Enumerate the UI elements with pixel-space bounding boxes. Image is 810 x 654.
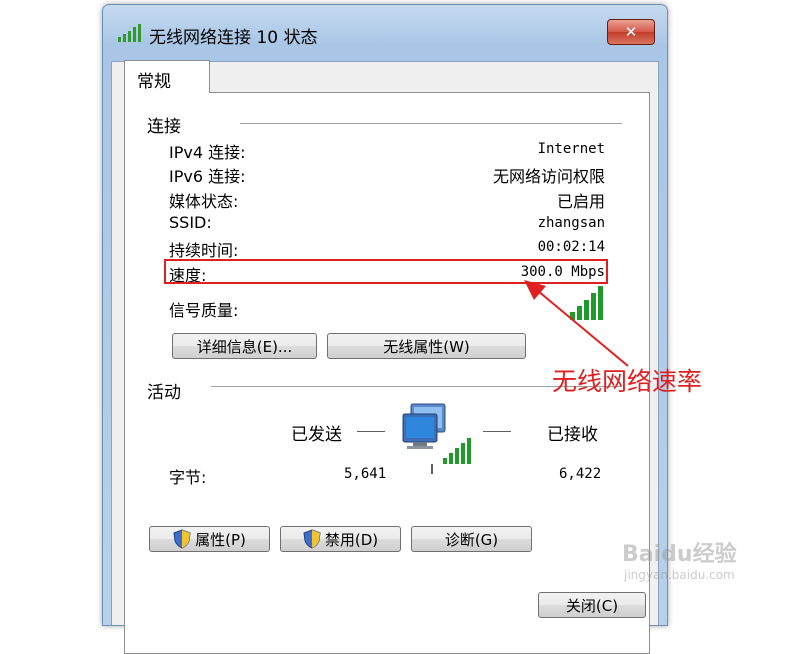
watermark-brand: Baidu经验 (622, 542, 737, 567)
duration-label: 持续时间: (169, 241, 239, 260)
properties-button[interactable]: 属性(P) (149, 526, 270, 552)
signal-quality-label: 信号质量: (169, 301, 239, 320)
disable-button-label: 禁用(D) (324, 530, 379, 549)
tab-general-label: 常规 (137, 72, 171, 92)
wireless-properties-button-label: 无线属性(W) (383, 337, 470, 356)
wireless-properties-button[interactable]: 无线属性(W) (327, 333, 526, 359)
received-line (483, 431, 511, 432)
sent-label: 已发送 (291, 425, 342, 445)
close-icon: ✕ (624, 23, 638, 41)
title-bar[interactable]: 无线网络连接 10 状态 ✕ (103, 5, 667, 55)
disable-button[interactable]: 禁用(D) (280, 526, 401, 552)
properties-button-label: 属性(P) (195, 530, 246, 549)
tab-general[interactable]: 常规 (124, 60, 210, 93)
uac-shield-icon (173, 529, 191, 549)
bytes-received-value: 6,422 (559, 466, 602, 482)
close-button-label: 关闭(C) (565, 596, 619, 615)
bytes-label: 字节: (169, 468, 207, 487)
activity-section-title: 活动 (147, 383, 181, 403)
connection-row: 媒体状态: 已启用 (169, 188, 605, 211)
bytes-sent-value: 5,641 (344, 466, 387, 482)
ipv4-label: IPv4 连接: (169, 143, 246, 162)
baidu-watermark: Baidu经验 jingyan.baidu.com (616, 530, 786, 590)
annotation-label: 无线网络速率 (552, 367, 703, 396)
annotation-arrow-icon (524, 280, 629, 367)
received-label: 已接收 (547, 425, 598, 445)
diagnose-button[interactable]: 诊断(G) (411, 526, 532, 552)
details-button-label: 详细信息(E)... (196, 337, 293, 356)
wireless-signal-icon (118, 24, 141, 42)
duration-value: 00:02:14 (537, 239, 605, 255)
ipv6-label: IPv6 连接: (169, 167, 246, 186)
watermark-url: jingyan.baidu.com (624, 568, 735, 582)
connection-row: IPv6 连接: 无网络访问权限 (169, 163, 605, 186)
window-title: 无线网络连接 10 状态 (149, 28, 318, 48)
diagnose-button-label: 诊断(G) (444, 530, 499, 549)
connection-row: 持续时间: 00:02:14 (169, 237, 605, 260)
connection-divider (240, 123, 622, 124)
details-button[interactable]: 详细信息(E)... (172, 333, 317, 359)
close-window-button[interactable]: ✕ (607, 19, 655, 45)
close-button[interactable]: 关闭(C) (538, 592, 646, 618)
uac-shield-icon (303, 529, 321, 549)
ipv6-value: 无网络访问权限 (492, 167, 605, 186)
ssid-value: zhangsan (537, 215, 605, 231)
media-state-value: 已启用 (556, 192, 605, 211)
ipv4-value: Internet (537, 141, 605, 157)
connection-section-title: 连接 (147, 117, 181, 137)
connection-row: IPv4 连接: Internet (169, 139, 605, 162)
ssid-label: SSID: (169, 213, 212, 232)
connection-row: SSID: zhangsan (169, 213, 605, 235)
media-state-label: 媒体状态: (169, 192, 239, 211)
sent-line (357, 431, 385, 432)
network-computers-icon (402, 403, 471, 474)
